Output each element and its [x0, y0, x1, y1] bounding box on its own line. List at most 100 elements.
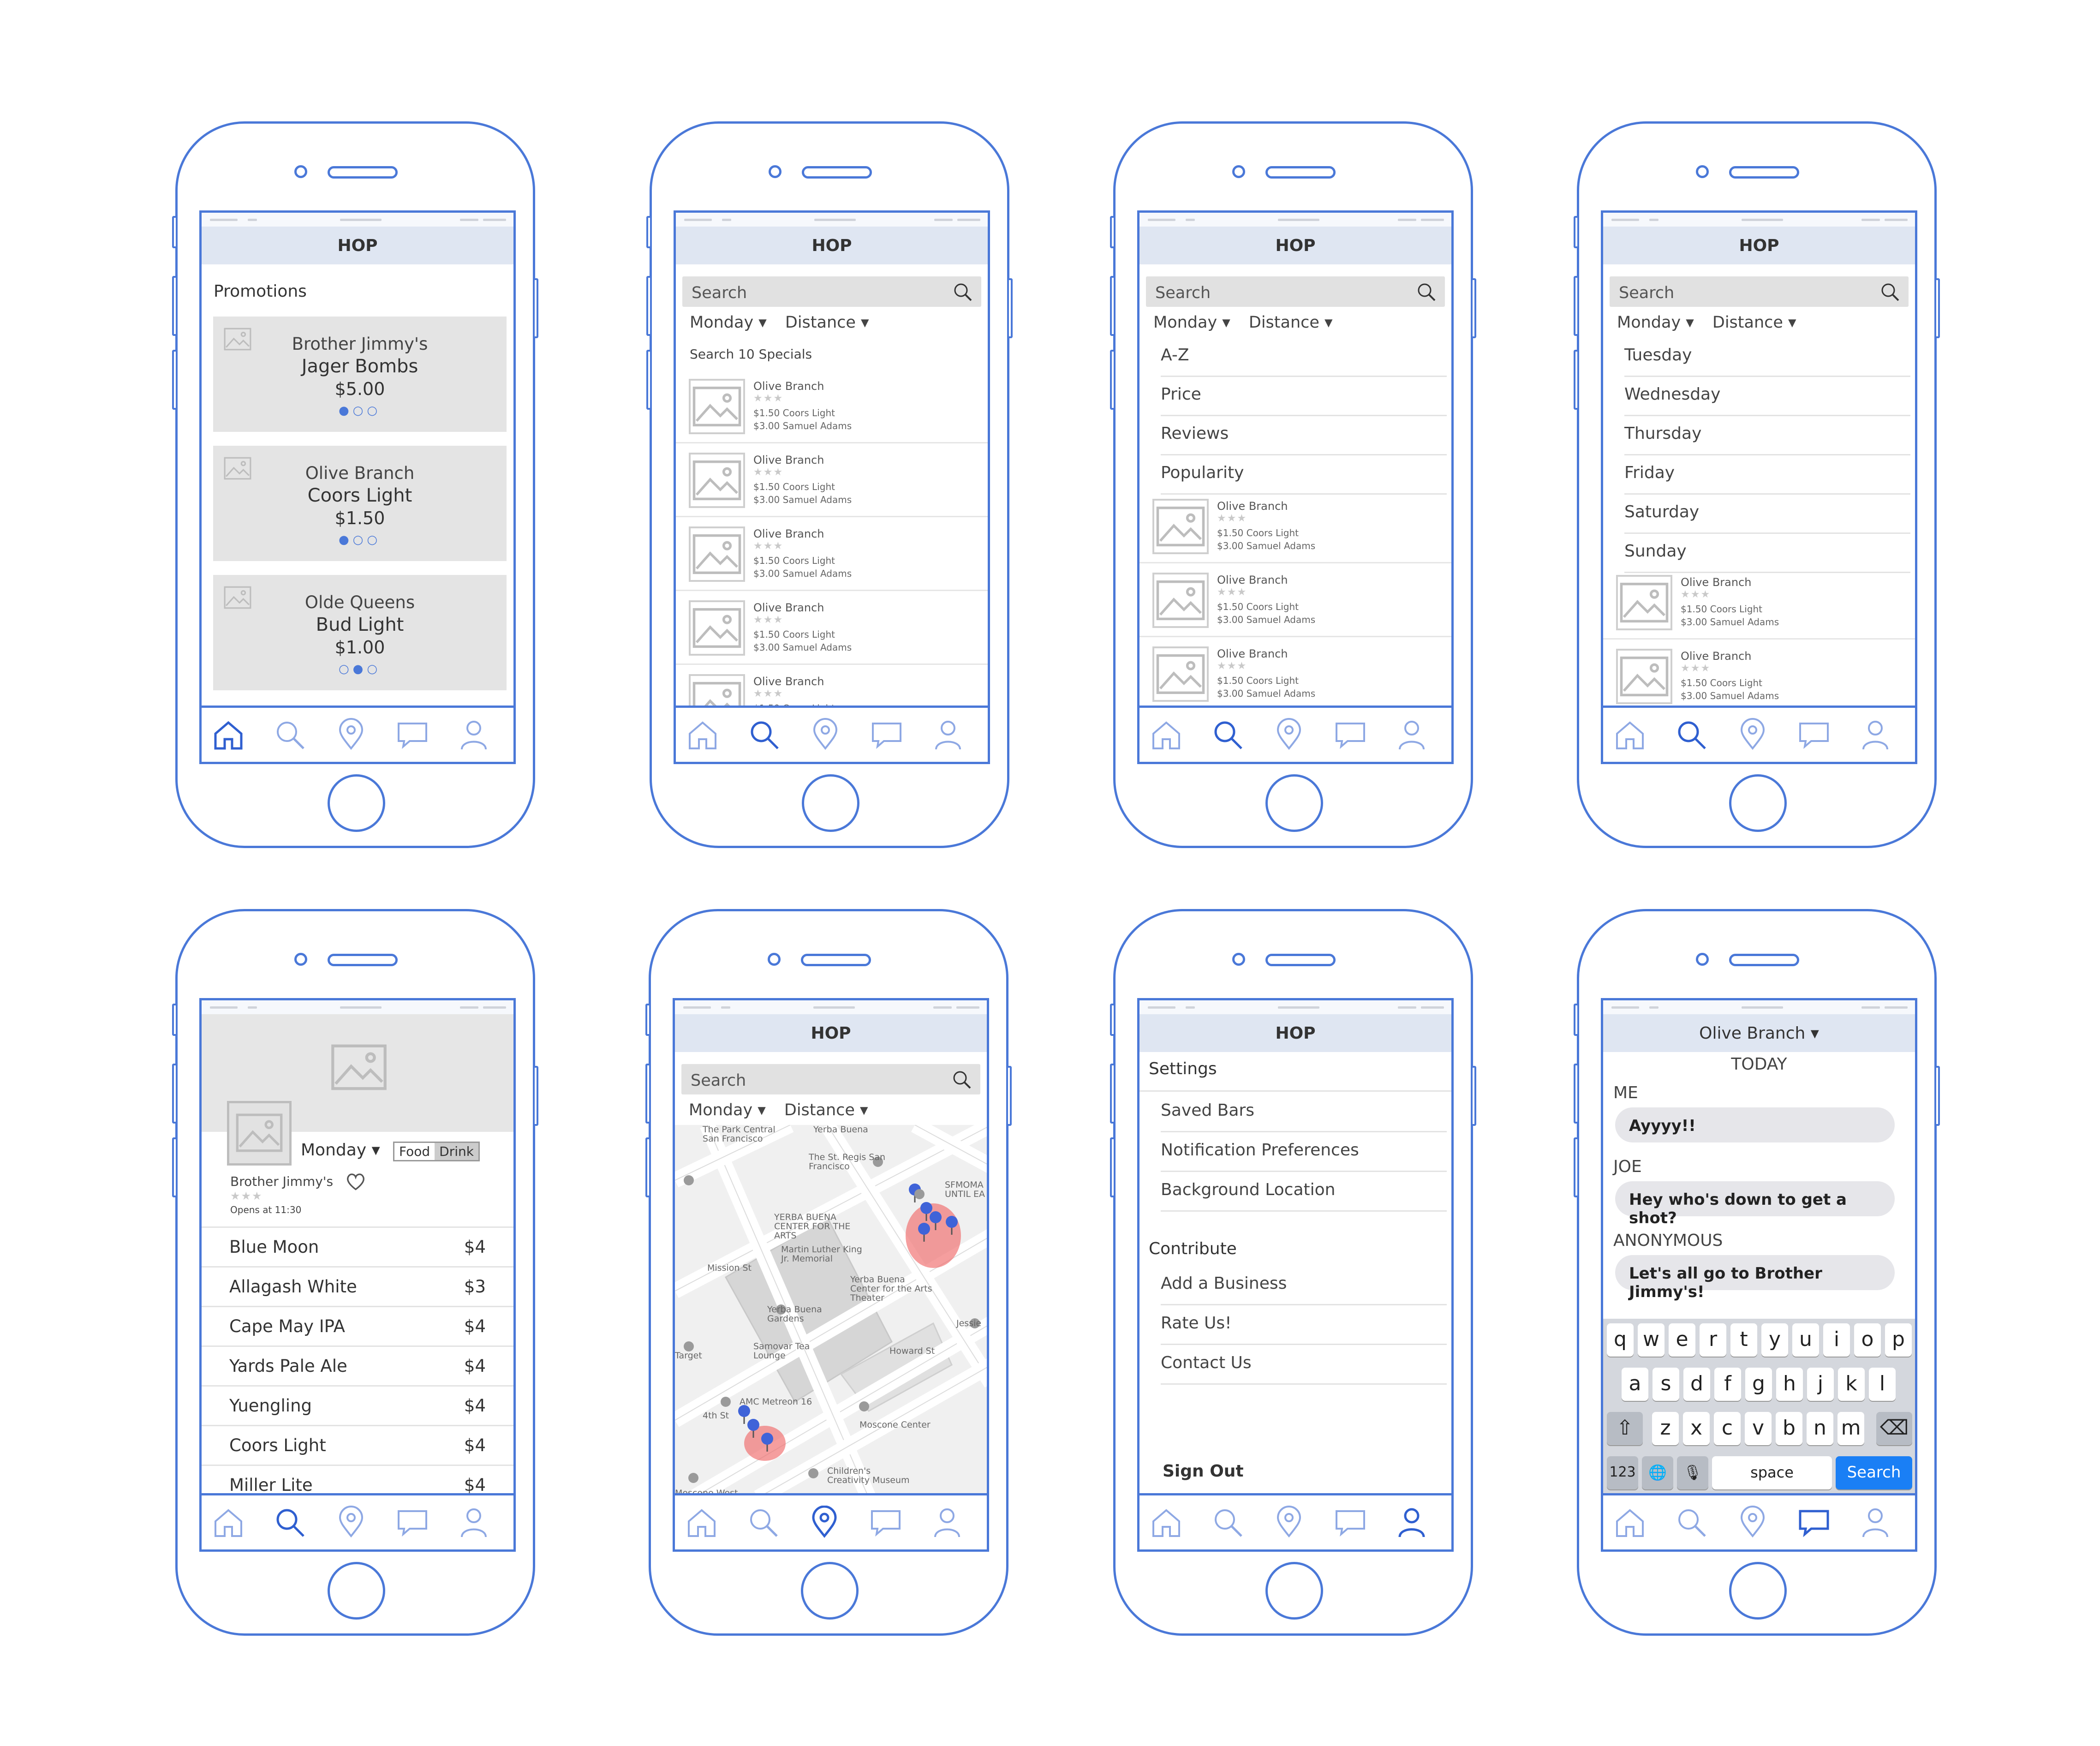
key[interactable]: e: [1669, 1323, 1695, 1357]
key[interactable]: q: [1607, 1323, 1634, 1357]
home-icon[interactable]: [686, 718, 719, 751]
dropdown-option[interactable]: A-Z: [1161, 337, 1447, 377]
key[interactable]: p: [1885, 1323, 1912, 1357]
chat-icon[interactable]: [1334, 718, 1367, 751]
chat-icon[interactable]: [396, 1506, 429, 1539]
promo-card[interactable]: Brother Jimmy's Jager Bombs $5.00 ●○○: [213, 317, 507, 432]
key[interactable]: h: [1776, 1368, 1803, 1401]
search-key[interactable]: Search: [1836, 1456, 1912, 1489]
settings-item[interactable]: Background Location: [1161, 1172, 1447, 1212]
list-item[interactable]: Olive Branch★★★$1.50 Coors Light$3.00 Sa…: [1603, 566, 1915, 640]
search-icon[interactable]: [953, 282, 973, 302]
drink-toggle[interactable]: Drink: [435, 1143, 478, 1160]
settings-item[interactable]: Notification Preferences: [1161, 1132, 1447, 1172]
food-toggle[interactable]: Food: [394, 1143, 435, 1160]
contribute-item[interactable]: Add a Business: [1161, 1266, 1447, 1305]
search-input[interactable]: Search: [1146, 276, 1445, 307]
dropdown-option[interactable]: Friday: [1624, 455, 1910, 495]
key[interactable]: o: [1854, 1323, 1881, 1357]
space-key[interactable]: space: [1712, 1456, 1832, 1489]
map-pin-icon[interactable]: [1272, 718, 1306, 751]
profile-icon[interactable]: [1395, 1506, 1428, 1539]
key[interactable]: u: [1792, 1323, 1819, 1357]
search-icon[interactable]: [1675, 1506, 1708, 1539]
key[interactable]: t: [1730, 1323, 1757, 1357]
sort-filter-dropdown[interactable]: Distance ▾: [785, 313, 869, 332]
profile-icon[interactable]: [457, 718, 490, 751]
chat-icon[interactable]: [396, 718, 429, 751]
map-pin-icon[interactable]: [808, 1506, 841, 1539]
sign-out-button[interactable]: Sign Out: [1163, 1462, 1244, 1481]
profile-icon[interactable]: [457, 1506, 490, 1539]
dropdown-option[interactable]: Sunday: [1624, 533, 1910, 573]
dropdown-option[interactable]: Reviews: [1161, 416, 1447, 455]
profile-icon[interactable]: [1859, 718, 1892, 751]
search-icon[interactable]: [273, 718, 306, 751]
sort-filter-dropdown[interactable]: Distance ▾: [1249, 313, 1333, 332]
home-button[interactable]: [1265, 774, 1323, 832]
key[interactable]: i: [1823, 1323, 1850, 1357]
key[interactable]: z: [1652, 1412, 1679, 1445]
day-filter-dropdown[interactable]: Monday ▾: [1617, 313, 1694, 332]
home-icon[interactable]: [1613, 1506, 1647, 1539]
key[interactable]: f: [1714, 1368, 1741, 1401]
carousel-dots[interactable]: ○●○: [213, 662, 507, 676]
chat-icon[interactable]: [1797, 1506, 1831, 1539]
backspace-key[interactable]: ⌫: [1876, 1412, 1912, 1445]
dropdown-option[interactable]: Tuesday: [1624, 337, 1910, 377]
key[interactable]: l: [1869, 1368, 1896, 1401]
day-dropdown[interactable]: Monday ▾: [301, 1141, 380, 1160]
profile-icon[interactable]: [931, 718, 965, 751]
globe-key[interactable]: 🌐: [1642, 1456, 1673, 1489]
chat-icon[interactable]: [870, 718, 903, 751]
list-item[interactable]: Olive Branch★★★$1.50 Coors Light$3.00 Sa…: [676, 443, 988, 517]
profile-icon[interactable]: [1395, 718, 1428, 751]
key[interactable]: c: [1714, 1412, 1741, 1445]
home-button[interactable]: [1265, 1562, 1323, 1620]
day-filter-dropdown[interactable]: Monday ▾: [689, 1101, 766, 1119]
promo-card[interactable]: Olive Branch Coors Light $1.50 ●○○: [213, 446, 507, 561]
home-icon[interactable]: [212, 1506, 245, 1539]
chat-icon[interactable]: [1797, 718, 1831, 751]
home-button[interactable]: [1729, 774, 1787, 832]
favorite-heart-icon[interactable]: [346, 1172, 366, 1190]
sort-filter-dropdown[interactable]: Distance ▾: [1712, 313, 1796, 332]
settings-item[interactable]: Saved Bars: [1161, 1093, 1447, 1132]
key[interactable]: r: [1700, 1323, 1726, 1357]
profile-icon[interactable]: [931, 1506, 964, 1539]
day-filter-dropdown[interactable]: Monday ▾: [690, 313, 767, 332]
search-icon[interactable]: [952, 1070, 972, 1090]
carousel-dots[interactable]: ●○○: [213, 404, 507, 418]
home-button[interactable]: [801, 1562, 859, 1620]
key[interactable]: w: [1638, 1323, 1664, 1357]
chat-title-dropdown[interactable]: Olive Branch ▾: [1603, 1014, 1915, 1052]
dropdown-option[interactable]: Thursday: [1624, 416, 1910, 455]
search-icon[interactable]: [1675, 718, 1708, 751]
home-icon[interactable]: [685, 1506, 718, 1539]
key[interactable]: d: [1683, 1368, 1710, 1401]
map-pin-icon[interactable]: [1272, 1506, 1306, 1539]
menu-row[interactable]: Yards Pale Ale $4: [202, 1347, 513, 1387]
home-icon[interactable]: [1150, 1506, 1183, 1539]
home-button[interactable]: [1729, 1562, 1787, 1620]
promo-card[interactable]: Olde Queens Bud Light $1.00 ○●○: [213, 575, 507, 690]
menu-row[interactable]: Coors Light $4: [202, 1426, 513, 1466]
home-icon[interactable]: [1613, 718, 1647, 751]
chat-icon[interactable]: [869, 1506, 902, 1539]
key[interactable]: k: [1838, 1368, 1865, 1401]
menu-row[interactable]: Yuengling $4: [202, 1387, 513, 1426]
list-item[interactable]: Olive Branch★★★$1.50 Coors Light$3.00 Sa…: [676, 591, 988, 665]
dropdown-option[interactable]: Popularity: [1161, 455, 1447, 495]
map-view[interactable]: The Park Central San Francisco Yerba Buen…: [675, 1125, 987, 1498]
key[interactable]: s: [1653, 1368, 1679, 1401]
map-pin-icon[interactable]: [334, 718, 368, 751]
sort-filter-dropdown[interactable]: Distance ▾: [784, 1101, 868, 1119]
search-icon[interactable]: [273, 1506, 306, 1539]
menu-row[interactable]: Blue Moon $4: [202, 1228, 513, 1268]
contribute-item[interactable]: Contact Us: [1161, 1345, 1447, 1385]
home-button[interactable]: [802, 774, 859, 832]
shift-key[interactable]: ⇧: [1607, 1412, 1643, 1445]
list-item[interactable]: Olive Branch★★★$1.50 Coors Light$3.00 Sa…: [1139, 490, 1451, 563]
key[interactable]: a: [1622, 1368, 1648, 1401]
home-icon[interactable]: [212, 718, 245, 751]
